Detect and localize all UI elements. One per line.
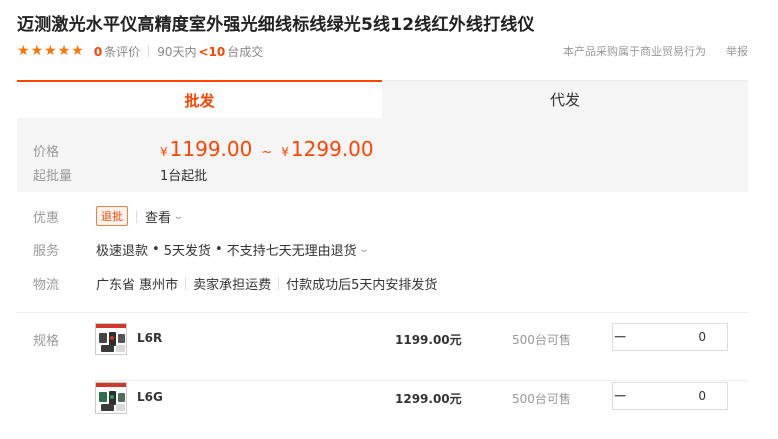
star-icon: ★ xyxy=(30,43,44,59)
review-count: 0 xyxy=(93,44,103,59)
logistics-row: 物流 广东省 惠州市 卖家承担运费 付款成功后5天内安排发货 xyxy=(33,274,437,293)
review-link[interactable]: 0 条评价 xyxy=(94,43,140,60)
price-label: 价格 xyxy=(33,145,60,160)
dot-separator: • xyxy=(214,242,223,257)
sku-stock: 500台可售 xyxy=(512,392,571,406)
rating-stars: ★ ★ ★ ★ ★ xyxy=(17,44,84,58)
quantity-stepper: − + xyxy=(612,323,778,351)
sku-thumbnail[interactable] xyxy=(95,323,127,355)
purchase-tabs: 批发 代发 xyxy=(17,80,748,118)
sku-name: L6R xyxy=(137,331,163,345)
sku-row: L6R 1199.00元 500台可售 − + xyxy=(95,323,778,381)
divider xyxy=(278,277,280,290)
star-icon: ★ xyxy=(71,43,84,59)
section-divider xyxy=(17,312,748,313)
sku-thumbnail[interactable] xyxy=(95,382,127,414)
service-list[interactable]: 极速退款 • 5天发货 • 不支持七天无理由退货 ⌄ xyxy=(96,240,370,259)
product-title: 迈测激光水平仪高精度室外强光细线标线绿光5线12线红外线打线仪 xyxy=(17,15,535,35)
moq-value: 1台起批 xyxy=(160,169,208,184)
moq-label: 起批量 xyxy=(33,169,73,184)
tab-dropship[interactable]: 代发 xyxy=(382,80,748,118)
promo-row: 优惠 退批 查看 ⌄ xyxy=(33,206,184,226)
moq-row: 起批量 1台起批 xyxy=(33,165,207,184)
price-high: 1299.00 xyxy=(290,137,374,161)
product-image-icon xyxy=(96,383,126,411)
divider xyxy=(148,45,150,57)
star-icon: ★ xyxy=(44,43,57,59)
promo-label: 优惠 xyxy=(33,210,60,226)
minus-icon[interactable]: − xyxy=(613,383,627,409)
service-label: 服务 xyxy=(33,244,60,259)
currency-symbol: ¥ xyxy=(281,145,289,159)
ship-time: 付款成功后5天内安排发货 xyxy=(286,278,438,293)
review-unit: 条评价 xyxy=(104,44,141,59)
deal-suffix: 台成交 xyxy=(227,44,264,59)
star-icon: ★ xyxy=(57,43,71,59)
dot-separator: • xyxy=(152,242,160,257)
divider xyxy=(136,209,137,223)
trade-notice: 本产品采购属于商业贸易行为 xyxy=(563,45,706,58)
price-low: 1199.00 xyxy=(169,137,253,161)
promo-badge: 退批 xyxy=(96,206,128,226)
promo-view-link[interactable]: 查看 ⌄ xyxy=(145,207,184,226)
service-item: 极速退款 xyxy=(96,244,149,259)
deal-info: 90天内 <10 台成交 xyxy=(157,43,263,60)
sku-row: L6G 1299.00元 500台可售 − + xyxy=(95,382,778,439)
product-image-icon xyxy=(96,324,126,352)
price-separator: ~ xyxy=(261,145,273,160)
report-link[interactable]: 举报 xyxy=(726,43,748,59)
promo-view-label: 查看 xyxy=(145,210,172,226)
deal-count: <10 xyxy=(198,44,226,59)
service-item: 不支持七天无理由退货 xyxy=(226,244,357,259)
quantity-stepper: − + xyxy=(612,382,778,410)
ship-origin: 广东省 惠州市 xyxy=(96,278,179,293)
minus-icon[interactable]: − xyxy=(613,324,627,350)
service-row: 服务 极速退款 • 5天发货 • 不支持七天无理由退货 ⌄ xyxy=(33,240,370,259)
tab-wholesale[interactable]: 批发 xyxy=(17,80,382,118)
product-meta: ★ ★ ★ ★ ★ 0 条评价 90天内 <10 台成交 本产品采购属于商业贸易行为 … xyxy=(17,42,748,60)
price-panel: 价格 ¥ 1199.00 ~ ¥ 1299.00 起批量 1台起批 xyxy=(17,118,748,192)
service-item: 5天发货 xyxy=(163,244,211,259)
logistics-label: 物流 xyxy=(33,278,60,293)
currency-symbol: ¥ xyxy=(160,145,168,159)
sku-price: 1199.00元 xyxy=(395,333,462,347)
freight-info: 卖家承担运费 xyxy=(193,278,272,293)
quantity-input[interactable] xyxy=(627,383,778,409)
chevron-down-icon: ⌄ xyxy=(358,244,370,255)
meta-right: 本产品采购属于商业贸易行为 举报 xyxy=(563,43,748,59)
price-row: 价格 ¥ 1199.00 ~ ¥ 1299.00 xyxy=(33,137,374,161)
quantity-input[interactable] xyxy=(627,324,778,350)
divider xyxy=(185,277,187,290)
spec-label: 规格 xyxy=(33,334,60,349)
chevron-down-icon: ⌄ xyxy=(172,210,184,222)
sku-price: 1299.00元 xyxy=(395,392,462,406)
star-icon: ★ xyxy=(17,43,30,59)
sku-name: L6G xyxy=(137,390,163,404)
deal-prefix: 90天内 xyxy=(157,44,197,59)
sku-stock: 500台可售 xyxy=(512,333,571,347)
